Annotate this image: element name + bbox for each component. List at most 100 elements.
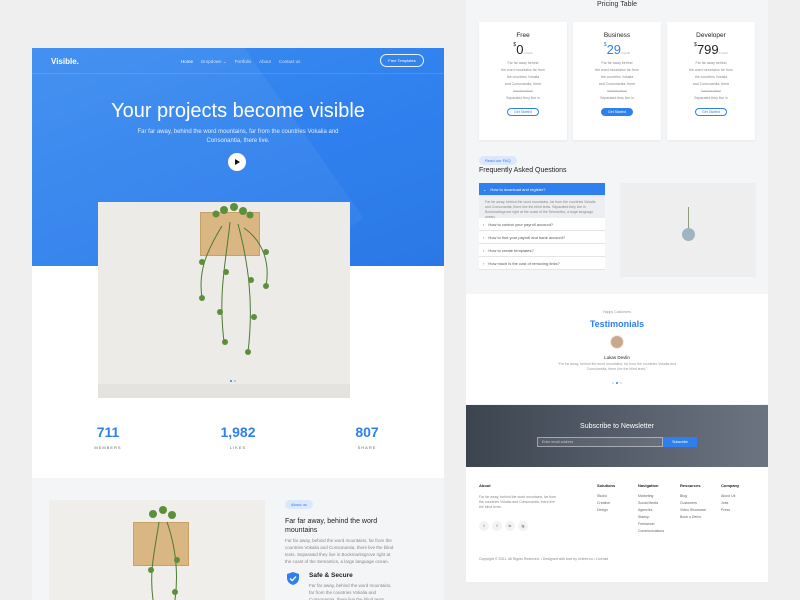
pricing-card-free: Free $0/month Far far away behind the wor… <box>479 22 567 140</box>
faq-item-open[interactable]: ⌄ How to download and register? <box>479 183 605 196</box>
stat-share-label: SHARE <box>357 445 377 450</box>
testimonials-title: Testimonials <box>589 319 645 329</box>
email-input[interactable]: Enter email address <box>537 437 663 447</box>
footer-col-solutions: Solutions Studio Creative Design <box>597 483 615 514</box>
plan-features: Far far away behind the word mountains fa… <box>595 61 639 100</box>
footer-link[interactable]: Freelancer <box>638 521 664 528</box>
footer-col-resources: Resources Blog Customers Video Showcase … <box>680 483 706 521</box>
footer-link[interactable]: Book a Demo <box>680 514 706 521</box>
instagram-icon[interactable]: ig <box>518 521 528 531</box>
flower-stem <box>688 207 689 229</box>
carousel-dots[interactable] <box>612 382 622 384</box>
shelf-base <box>98 384 350 398</box>
stat-share-value: 807 <box>355 424 379 440</box>
pricing-title: Pricing Table <box>597 1 637 8</box>
social-links: t f in ig <box>479 521 528 531</box>
footer-col-navigation: Navigation Marketing Social Media Agenci… <box>638 483 664 535</box>
footer-link[interactable]: Communications <box>638 528 664 535</box>
plan-name: Developer <box>696 32 726 39</box>
footer-link[interactable]: Jobs <box>721 500 739 507</box>
footer-link[interactable]: Agencies <box>638 507 664 514</box>
faq-item[interactable]: › How to control your payroll account? <box>479 218 605 231</box>
plan-features: Far far away behind the word mountains fa… <box>689 61 733 100</box>
stat-members: 711 MEMBERS <box>78 424 138 450</box>
pricing-card-developer: Developer $799/month Far far away behind… <box>667 22 755 140</box>
chevron-right-icon: › <box>483 247 485 253</box>
faq-item[interactable]: › How to create templates? <box>479 244 605 257</box>
footer-heading: Solutions <box>597 483 616 488</box>
testimonial-quote: “Far far away, behind the word mountains… <box>557 362 677 371</box>
site-logo[interactable]: Visible. <box>51 57 79 66</box>
plan-price: $0/month <box>513 42 533 57</box>
plan-name: Business <box>603 32 631 39</box>
faq-pill: Read our FAQ <box>479 156 517 165</box>
footer-heading: Company <box>721 483 740 488</box>
nav-contact[interactable]: Contact us <box>279 59 301 65</box>
twitter-icon[interactable]: t <box>479 521 489 531</box>
nav-dropdown[interactable]: Dropdown ⌄ <box>201 59 227 65</box>
plan-features: Far far away behind the word mountains fa… <box>501 61 545 100</box>
faq-item[interactable]: › How much is the cost of removing links? <box>479 257 605 270</box>
footer-about: About <box>479 483 491 493</box>
subscribe-button[interactable]: Subscribe <box>663 437 697 447</box>
about-section: About us Far far away, behind the word m… <box>32 478 444 600</box>
footer-link[interactable]: Customers <box>680 500 706 507</box>
faq-title: Frequently Asked Questions <box>479 167 567 174</box>
faq-item[interactable]: › How to find your payroll and bank accou… <box>479 231 605 244</box>
nav-menu: Home Dropdown ⌄ Portfolio About Contact … <box>181 59 300 65</box>
chevron-right-icon: › <box>483 260 485 266</box>
faq-image <box>620 183 756 277</box>
newsletter-title: Subscribe to Newsletter <box>580 423 654 430</box>
testimonials-eyebrow: Happy Customers <box>602 310 631 314</box>
footer-link[interactable]: Marketing <box>638 493 664 500</box>
linkedin-icon[interactable]: in <box>505 521 515 531</box>
free-templates-button[interactable]: Free Templates <box>380 54 424 67</box>
pricing-card-business: Business $29/month Far far away behind th… <box>573 22 661 140</box>
nav-portfolio[interactable]: Portfolio <box>235 59 252 65</box>
stat-members-value: 711 <box>96 424 120 440</box>
footer-col-company: Company About Us Jobs Press <box>721 483 739 514</box>
ivy-plant-illustration <box>199 203 269 355</box>
footer-link[interactable]: Design <box>597 507 615 514</box>
get-started-button[interactable]: Get Started <box>601 108 633 116</box>
get-started-button[interactable]: Get Started <box>695 108 727 116</box>
nav-about[interactable]: About <box>259 59 271 65</box>
get-started-button[interactable]: Get Started <box>507 108 539 116</box>
about-title: Far far away, behind the word mountains <box>285 518 378 534</box>
top-nav: Visible. Home Dropdown ⌄ Portfolio About… <box>32 48 444 74</box>
about-text: Far far away, behind the word mountains,… <box>285 538 394 564</box>
footer-link[interactable]: About Us <box>721 493 739 500</box>
footer-link[interactable]: Startup <box>638 514 664 521</box>
hero-title: Your projects become visible <box>111 100 365 122</box>
stat-likes: 1,982 LIKES <box>208 424 268 450</box>
plan-price: $29/month <box>603 42 631 57</box>
stat-members-label: MEMBERS <box>94 445 122 450</box>
footer-link[interactable]: Social Media <box>638 500 664 507</box>
footer-link[interactable]: Studio <box>597 493 615 500</box>
footer-link[interactable]: Video Showcase <box>680 507 706 514</box>
chevron-right-icon: › <box>483 221 485 227</box>
facebook-icon[interactable]: f <box>492 521 502 531</box>
about-us-pill: About us <box>285 500 313 509</box>
faq-answer: Far far away, behind the word mountains,… <box>479 196 605 219</box>
vase <box>682 228 695 241</box>
carousel-dots[interactable] <box>230 380 236 382</box>
play-video-button[interactable] <box>228 153 246 171</box>
shield-check-icon <box>287 572 299 585</box>
safe-secure-title: Safe & Secure <box>309 572 353 579</box>
footer-link[interactable]: Creative <box>597 500 615 507</box>
plan-price: $799/month <box>694 42 728 57</box>
testimonials-section: Happy Customers Testimonials Lukas Devli… <box>466 294 768 404</box>
footer-link[interactable]: Press <box>721 507 739 514</box>
about-image <box>49 500 265 600</box>
stat-share: 807 SHARE <box>337 424 397 450</box>
footer-heading: Navigation <box>638 483 659 488</box>
hero-image <box>98 202 350 398</box>
copyright: Copyright © 2021. All Rights Reserved. •… <box>479 557 609 561</box>
ivy-plant-illustration <box>148 506 180 600</box>
safe-secure-text: Far far away, behind the word mountains,… <box>309 583 392 600</box>
newsletter-section: Subscribe to Newsletter Enter email addr… <box>466 405 768 467</box>
nav-home[interactable]: Home <box>181 59 193 65</box>
footer-link[interactable]: Blog <box>680 493 706 500</box>
footer-about-text: Far far away, behind the word mountains,… <box>479 495 557 509</box>
